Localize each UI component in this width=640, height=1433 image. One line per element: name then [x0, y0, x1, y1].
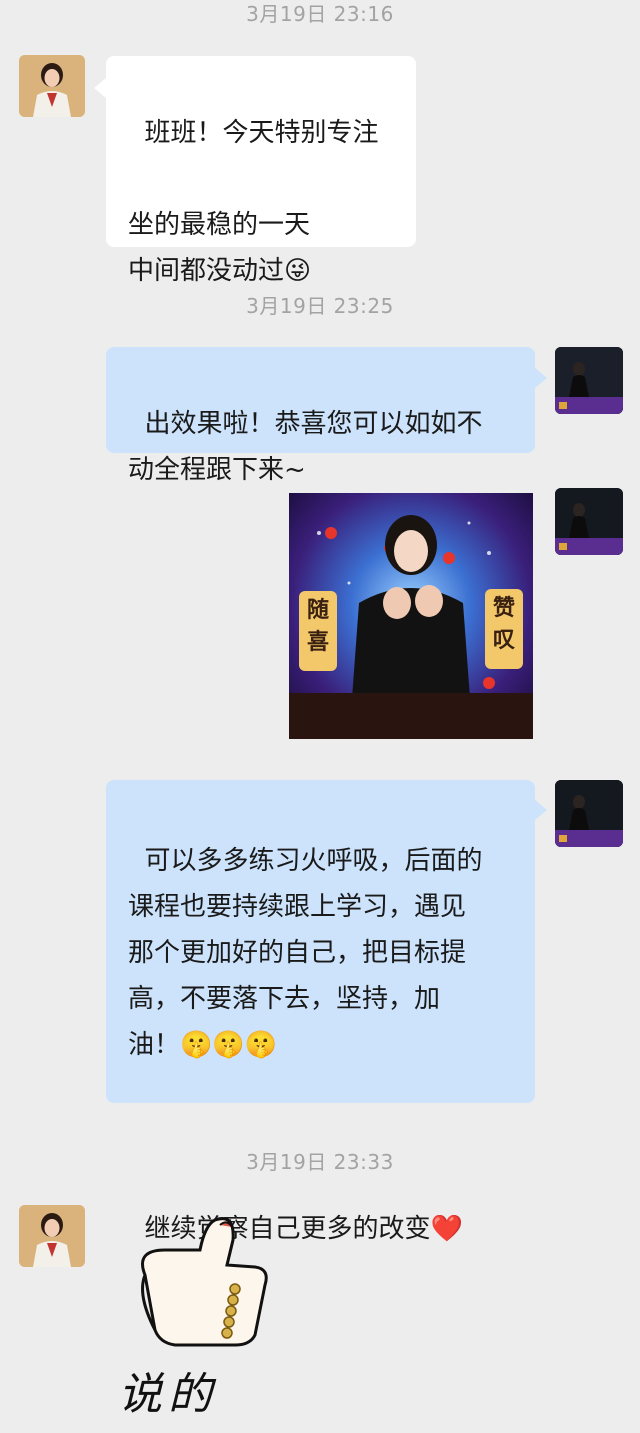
red-heart-emoji-icon: ❤️ — [430, 1214, 463, 1244]
message-text: 出效果啦！恭喜您可以如如不 动全程跟下来~ — [128, 409, 483, 485]
message-bubble[interactable]: 可以多多练习火呼吸，后面的 课程也要持续跟上学习，遇见 那个更加好的自己，把目标… — [106, 780, 535, 1244]
timestamp: 3月19日 23:25 — [246, 294, 394, 318]
winking-tongue-emoji-icon: 😜 — [284, 256, 312, 286]
celebration-sticker[interactable]: 随喜 赞叹 — [289, 493, 533, 739]
bubble-tail — [535, 368, 547, 388]
sticker-word-left: 随喜 — [306, 598, 329, 655]
timestamp: 3月19日 23:16 — [246, 2, 394, 26]
contact-avatar[interactable] — [19, 1205, 85, 1267]
message-bubble[interactable]: 出效果啦！恭喜您可以如如不 动全程跟下来~ — [106, 347, 535, 485]
sticker-word-right: 赞叹 — [492, 596, 515, 653]
my-avatar[interactable] — [555, 780, 623, 847]
message-bubble[interactable]: 班班！今天特别专注 坐的最稳的一天 中间都没动过😜 — [106, 56, 416, 286]
bubble-tail — [94, 78, 106, 98]
sticker-caption: 说的 — [118, 1369, 218, 1420]
shushing-face-emoji-icon: 🤫🤫🤫 — [180, 1030, 278, 1060]
my-avatar[interactable] — [555, 488, 623, 555]
timestamp: 3月19日 23:33 — [246, 1150, 394, 1174]
message-text: 可以多多练习火呼吸，后面的 课程也要持续跟上学习，遇见 那个更加好的自己，把目标… — [128, 846, 483, 1060]
contact-avatar[interactable] — [19, 55, 85, 117]
bubble-tail — [535, 800, 547, 820]
message-text: 班班！今天特别专注 坐的最稳的一天 中间都没动过 — [128, 118, 379, 286]
my-avatar[interactable] — [555, 347, 623, 414]
